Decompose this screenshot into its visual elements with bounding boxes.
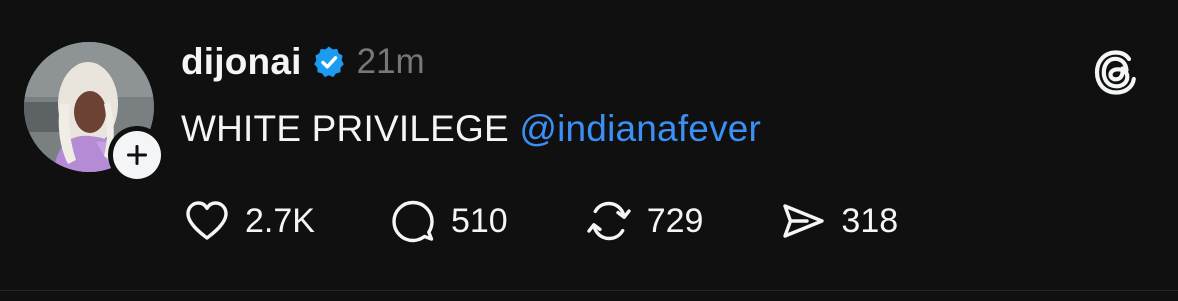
repost-button[interactable]: 729 <box>583 195 704 247</box>
author-username[interactable]: dijonai <box>181 41 302 83</box>
share-button[interactable]: 318 <box>777 195 898 247</box>
post-divider <box>0 290 1178 291</box>
author-avatar-container <box>24 42 166 184</box>
post-header: dijonai 21m <box>181 38 425 86</box>
verified-badge-icon <box>313 46 344 78</box>
plus-icon <box>127 145 147 165</box>
follow-badge[interactable] <box>108 126 166 184</box>
mention-link[interactable]: @indianafever <box>519 108 761 149</box>
like-button[interactable]: 2.7K <box>181 195 315 247</box>
send-icon <box>783 204 825 238</box>
thread-post[interactable]: dijonai 21m WHITE PRIVILEGE @indianafeve… <box>0 0 1178 290</box>
reply-count: 510 <box>450 201 508 240</box>
share-count: 318 <box>841 201 899 240</box>
post-timestamp: 21m <box>356 42 425 81</box>
post-text: WHITE PRIVILEGE <box>181 108 520 149</box>
repost-count: 729 <box>646 201 704 240</box>
post-body: WHITE PRIVILEGE @indianafever <box>181 108 761 150</box>
repost-icon <box>586 201 631 241</box>
threads-logo-icon[interactable] <box>1089 45 1143 99</box>
like-count: 2.7K <box>245 201 315 240</box>
follow-button[interactable] <box>113 131 161 179</box>
reply-button[interactable]: 510 <box>387 195 508 247</box>
comment-bubble-icon <box>392 200 434 243</box>
heart-icon <box>186 201 228 240</box>
post-actions: 2.7K 510 729 318 <box>181 195 898 247</box>
